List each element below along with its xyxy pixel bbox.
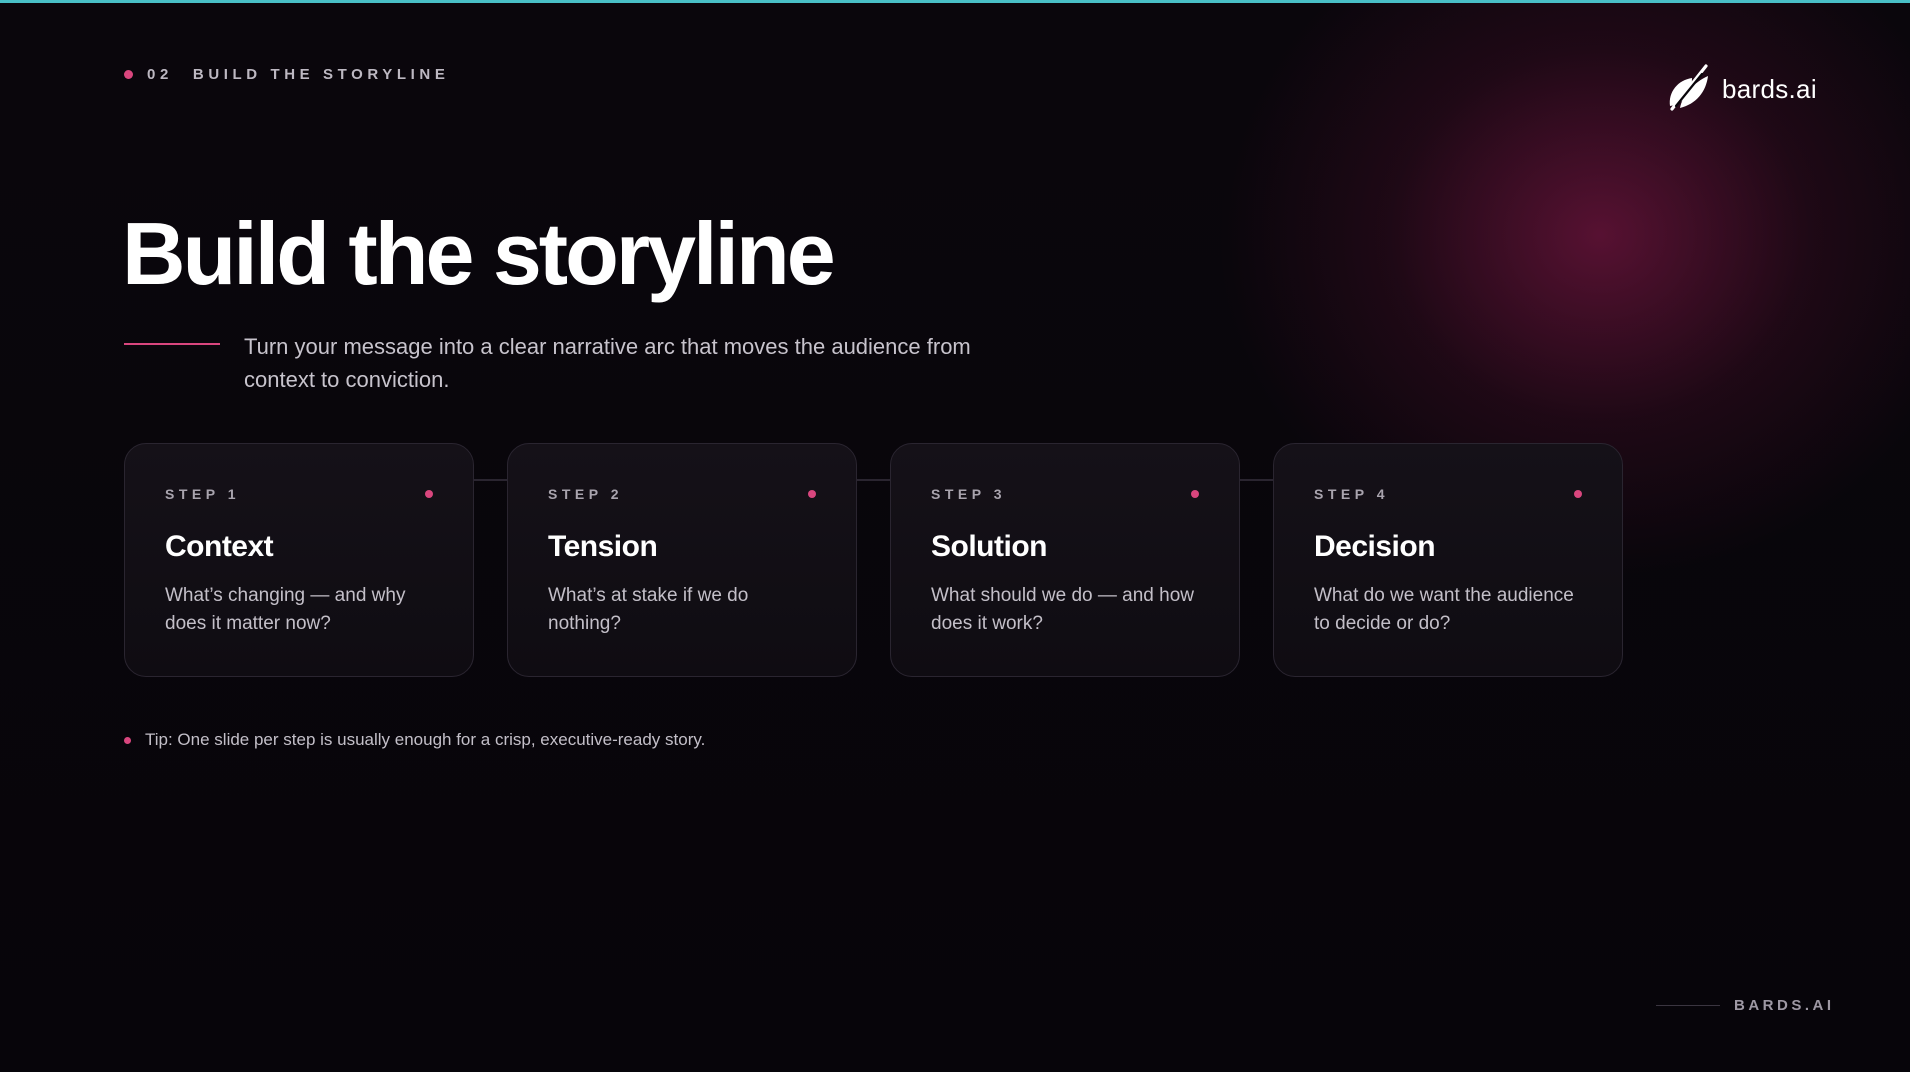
step-card-decision: STEP 4 Decision What do we want the audi… xyxy=(1273,443,1623,677)
step-connector xyxy=(857,479,891,481)
step-title: Decision xyxy=(1314,530,1436,563)
step-dot-icon xyxy=(425,490,433,498)
footer-brand-label: BARDS.AI xyxy=(1734,997,1835,1014)
storyline-steps: STEP 1 Context What’s changing — and why… xyxy=(124,443,1624,677)
brand-logo: bards.ai xyxy=(1666,62,1817,117)
eyebrow-dot-icon xyxy=(124,70,133,79)
tip-dot-icon xyxy=(124,736,131,744)
slide: 02 BUILD THE STORYLINE bards.ai Build th… xyxy=(0,0,1910,1072)
step-title: Context xyxy=(165,530,274,563)
step-dot-icon xyxy=(808,490,816,498)
step-connector xyxy=(1240,479,1274,481)
step-card-tension: STEP 2 Tension What’s at stake if we do … xyxy=(507,443,857,677)
step-dot-icon xyxy=(1191,490,1199,498)
step-label: STEP 1 xyxy=(165,486,240,502)
step-card-context: STEP 1 Context What’s changing — and why… xyxy=(124,443,474,677)
step-label: STEP 2 xyxy=(548,486,623,502)
tip-note: Tip: One slide per step is usually enoug… xyxy=(124,730,705,750)
section-title: BUILD THE STORYLINE xyxy=(192,66,450,83)
footer-brand: BARDS.AI xyxy=(1656,997,1835,1014)
brand-name: bards.ai xyxy=(1722,74,1817,104)
step-card-solution: STEP 3 Solution What should we do — and … xyxy=(890,443,1240,677)
step-description: What’s changing — and why does it matter… xyxy=(165,585,406,634)
step-connector xyxy=(474,479,508,481)
step-title: Tension xyxy=(548,530,658,563)
page-subtitle: Turn your message into a clear narrative… xyxy=(244,334,971,392)
section-eyebrow: 02 BUILD THE STORYLINE xyxy=(124,66,449,83)
feather-quill-icon xyxy=(1666,62,1712,117)
step-label: STEP 4 xyxy=(1314,486,1389,502)
step-title: Solution xyxy=(931,530,1047,563)
top-accent-bar xyxy=(0,0,1910,3)
step-label: STEP 3 xyxy=(931,486,1006,502)
subtitle-accent-rule xyxy=(124,343,220,345)
footer-rule xyxy=(1656,1005,1720,1006)
page-title: Build the storyline xyxy=(122,204,836,303)
section-number: 02 xyxy=(147,66,173,83)
tip-text: Tip: One slide per step is usually enoug… xyxy=(145,730,706,749)
step-dot-icon xyxy=(1574,490,1582,498)
step-description: What’s at stake if we do nothing? xyxy=(548,585,749,634)
step-description: What should we do — and how does it work… xyxy=(931,585,1194,634)
step-description: What do we want the audience to decide o… xyxy=(1314,585,1574,634)
